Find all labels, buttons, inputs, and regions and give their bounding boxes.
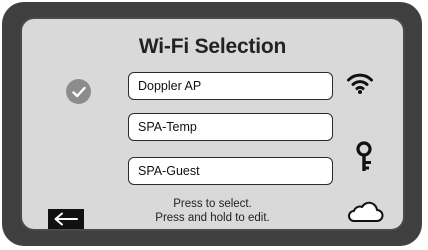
help-line-edit: Press and hold to edit. bbox=[155, 212, 270, 224]
page-title: Wi-Fi Selection bbox=[138, 35, 287, 58]
wifi-icon bbox=[346, 71, 374, 100]
help-line-select: Press to select. bbox=[173, 198, 252, 210]
check-icon bbox=[66, 79, 91, 104]
help-text: Press to select. Press and hold to edit. bbox=[22, 197, 403, 225]
wifi-selection-screen: Wi-Fi Selection Doppler AP SPA-Temp SPA-… bbox=[20, 17, 405, 231]
network-item-doppler-ap[interactable]: Doppler AP bbox=[128, 72, 333, 100]
key-icon bbox=[355, 141, 373, 178]
network-item-spa-temp[interactable]: SPA-Temp bbox=[128, 113, 333, 141]
network-item-spa-guest[interactable]: SPA-Guest bbox=[128, 157, 333, 185]
device-bezel: Wi-Fi Selection Doppler AP SPA-Temp SPA-… bbox=[2, 2, 422, 246]
